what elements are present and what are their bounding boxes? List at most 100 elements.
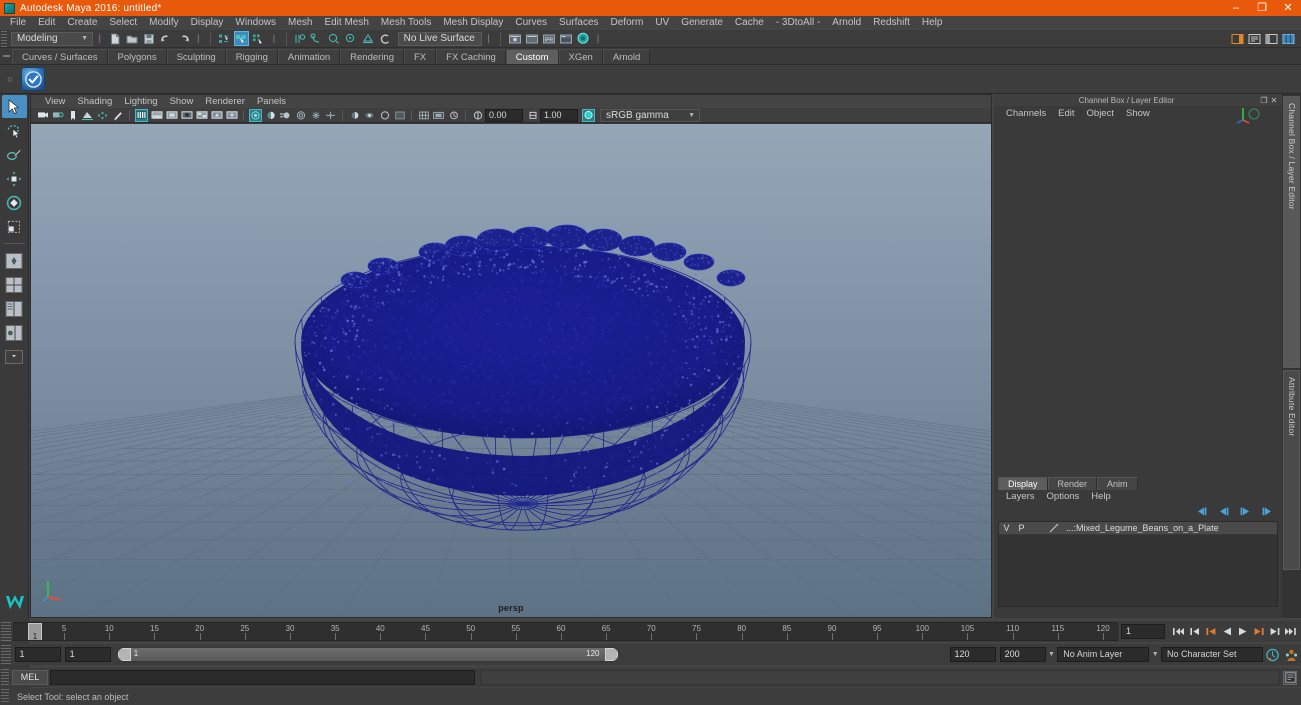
snap-to-curve-icon[interactable] — [310, 31, 325, 46]
hypershade-icon[interactable] — [558, 31, 573, 46]
shelf-tab-rendering[interactable]: Rendering — [340, 49, 404, 64]
use-all-lights-icon[interactable] — [225, 109, 238, 122]
layer-editor-tab-display[interactable]: Display — [998, 477, 1048, 490]
vertical-tab-channel-box-layer-editor[interactable]: Channel Box / Layer Editor — [1283, 96, 1300, 368]
menu-item-curves[interactable]: Curves — [509, 16, 553, 30]
time-slider[interactable]: 5 10 15 20 25 30 35 40 45 50 55 60 65 70 75 80 85 90 95 100… — [13, 622, 1118, 641]
playback-start-time-field[interactable]: 1 — [64, 647, 111, 662]
layer-playback-toggle[interactable]: P — [1014, 523, 1029, 533]
depth-of-field-icon[interactable] — [309, 109, 322, 122]
live-surface-field[interactable]: No Live Surface — [397, 31, 482, 46]
xray-icon[interactable] — [348, 109, 361, 122]
menu-item-edit[interactable]: Edit — [32, 16, 61, 30]
two-pane-side-by-side-layout[interactable] — [2, 297, 27, 320]
save-scene-icon[interactable] — [142, 31, 157, 46]
xray-joints-icon[interactable] — [363, 109, 376, 122]
camera-attributes-icon[interactable] — [51, 109, 64, 122]
undock-panel-button[interactable]: ❐ — [1259, 96, 1269, 105]
four-view-layout[interactable] — [2, 273, 27, 296]
shelf-tab-animation[interactable]: Animation — [277, 49, 341, 64]
select-by-object-type-icon[interactable] — [234, 31, 250, 46]
menu-item-modify[interactable]: Modify — [143, 16, 184, 30]
viewport-menu-lighting[interactable]: Lighting — [118, 96, 163, 107]
minimize-button[interactable]: – — [1223, 0, 1249, 16]
statusbar-grip[interactable] — [1, 30, 7, 47]
anim-layer-dropdown[interactable]: No Anim Layer — [1057, 647, 1150, 662]
menu-item-cache[interactable]: Cache — [729, 16, 770, 30]
select-by-component-type-icon[interactable] — [251, 31, 266, 46]
menu-item-create[interactable]: Create — [61, 16, 103, 30]
viewport-menu-view[interactable]: View — [39, 96, 71, 107]
playback-end-time-field[interactable]: 120 — [949, 647, 996, 662]
motion-blur-icon[interactable] — [279, 109, 292, 122]
menu-item-3dtoall[interactable]: - 3DtoAll - — [770, 16, 826, 30]
persp-outliner-layout[interactable] — [2, 321, 27, 344]
rotate-tool[interactable] — [2, 191, 27, 214]
smooth-shade-all-icon[interactable] — [150, 109, 163, 122]
command-line-grip[interactable] — [1, 669, 9, 686]
command-input-field[interactable] — [50, 670, 475, 685]
render-settings-icon[interactable]: IPR — [541, 31, 556, 46]
ipr-render-icon[interactable] — [524, 31, 539, 46]
shelf-tab-grip[interactable] — [0, 47, 12, 64]
menu-item-redshift[interactable]: Redshift — [867, 16, 916, 30]
shelf-tab-rigging[interactable]: Rigging — [225, 49, 278, 64]
shadows-icon[interactable] — [249, 108, 262, 122]
shelf-tab-curves-surfaces[interactable]: Curves / Surfaces — [12, 49, 108, 64]
range-field-chevron-icon[interactable]: ▼ — [1046, 651, 1057, 658]
range-slider-grip[interactable] — [1, 645, 11, 664]
layer-editor-tab-anim[interactable]: Anim — [1097, 477, 1138, 490]
color-management-toggle-icon[interactable] — [582, 108, 595, 122]
scale-tool[interactable] — [2, 215, 27, 238]
animation-end-time-field[interactable]: 200 — [999, 647, 1046, 662]
menu-item-uv[interactable]: UV — [649, 16, 675, 30]
step-back-keyframe-button[interactable] — [1187, 624, 1202, 639]
bookmarks-icon[interactable] — [66, 109, 79, 122]
auto-keyframe-icon[interactable] — [1263, 648, 1282, 662]
menu-item-mesh[interactable]: Mesh — [282, 16, 318, 30]
gamma-field[interactable]: 1.00 — [540, 108, 578, 122]
layer-visibility-toggle[interactable]: V — [999, 523, 1014, 533]
move-layer-up-icon[interactable] — [1195, 506, 1208, 517]
use-default-lighting-icon[interactable] — [210, 109, 223, 122]
menu-item-mesh-display[interactable]: Mesh Display — [437, 16, 509, 30]
close-button[interactable]: ✕ — [1275, 0, 1301, 16]
multisample-aa-icon[interactable] — [294, 109, 307, 122]
script-editor-icon[interactable] — [1283, 670, 1297, 685]
layer-name[interactable]: ...:Mixed_Legume_Beans_on_a_Plate — [1064, 523, 1219, 533]
paint-select-tool[interactable] — [2, 143, 27, 166]
go-to-start-button[interactable] — [1171, 624, 1186, 639]
exposure-icon[interactable] — [471, 109, 484, 122]
help-line-grip[interactable] — [1, 689, 9, 704]
channel-box-menu-show[interactable]: Show — [1120, 108, 1156, 119]
layer-editor-tab-render[interactable]: Render — [1047, 477, 1098, 490]
anim-layer-chevron-icon[interactable]: ▼ — [1149, 651, 1160, 658]
two-d-pan-zoom-icon[interactable] — [96, 109, 109, 122]
checkmark-shelf-icon[interactable] — [21, 67, 45, 91]
viewport-menu-renderer[interactable]: Renderer — [199, 96, 251, 107]
isolate-select-icon[interactable] — [324, 109, 337, 122]
undo-icon[interactable] — [159, 31, 174, 46]
menu-item-mesh-tools[interactable]: Mesh Tools — [375, 16, 437, 30]
new-layer-from-selected-icon[interactable] — [1261, 506, 1274, 517]
viewport-menu-show[interactable]: Show — [164, 96, 200, 107]
new-layer-icon[interactable] — [1239, 506, 1252, 517]
select-by-hierarchy-icon[interactable] — [217, 31, 232, 46]
menu-item-arnold[interactable]: Arnold — [826, 16, 867, 30]
snap-to-projected-center-icon[interactable] — [344, 31, 359, 46]
range-slider-right-handle[interactable] — [604, 648, 618, 661]
display-layer-list[interactable]: V P ...:Mixed_Legume_Beans_on_a_Plate — [998, 521, 1278, 607]
channel-box-body[interactable] — [996, 138, 1280, 478]
viewport-grid-icon[interactable] — [417, 109, 430, 122]
viewport-menu-panels[interactable]: Panels — [251, 96, 292, 107]
show-hide-sidebar-icon[interactable] — [1230, 31, 1245, 46]
menu-item-help[interactable]: Help — [916, 16, 949, 30]
flat-shade-icon[interactable] — [165, 109, 178, 122]
maximize-button[interactable]: ❐ — [1249, 0, 1275, 16]
shelf-options-icon[interactable]: ○ — [3, 74, 17, 84]
shelf-tab-fx[interactable]: FX — [404, 49, 437, 64]
snap-to-view-plane-icon[interactable] — [361, 31, 376, 46]
snap-to-point-icon[interactable] — [327, 31, 342, 46]
move-tool[interactable] — [2, 167, 27, 190]
shelf-tab-arnold[interactable]: Arnold — [602, 49, 651, 64]
